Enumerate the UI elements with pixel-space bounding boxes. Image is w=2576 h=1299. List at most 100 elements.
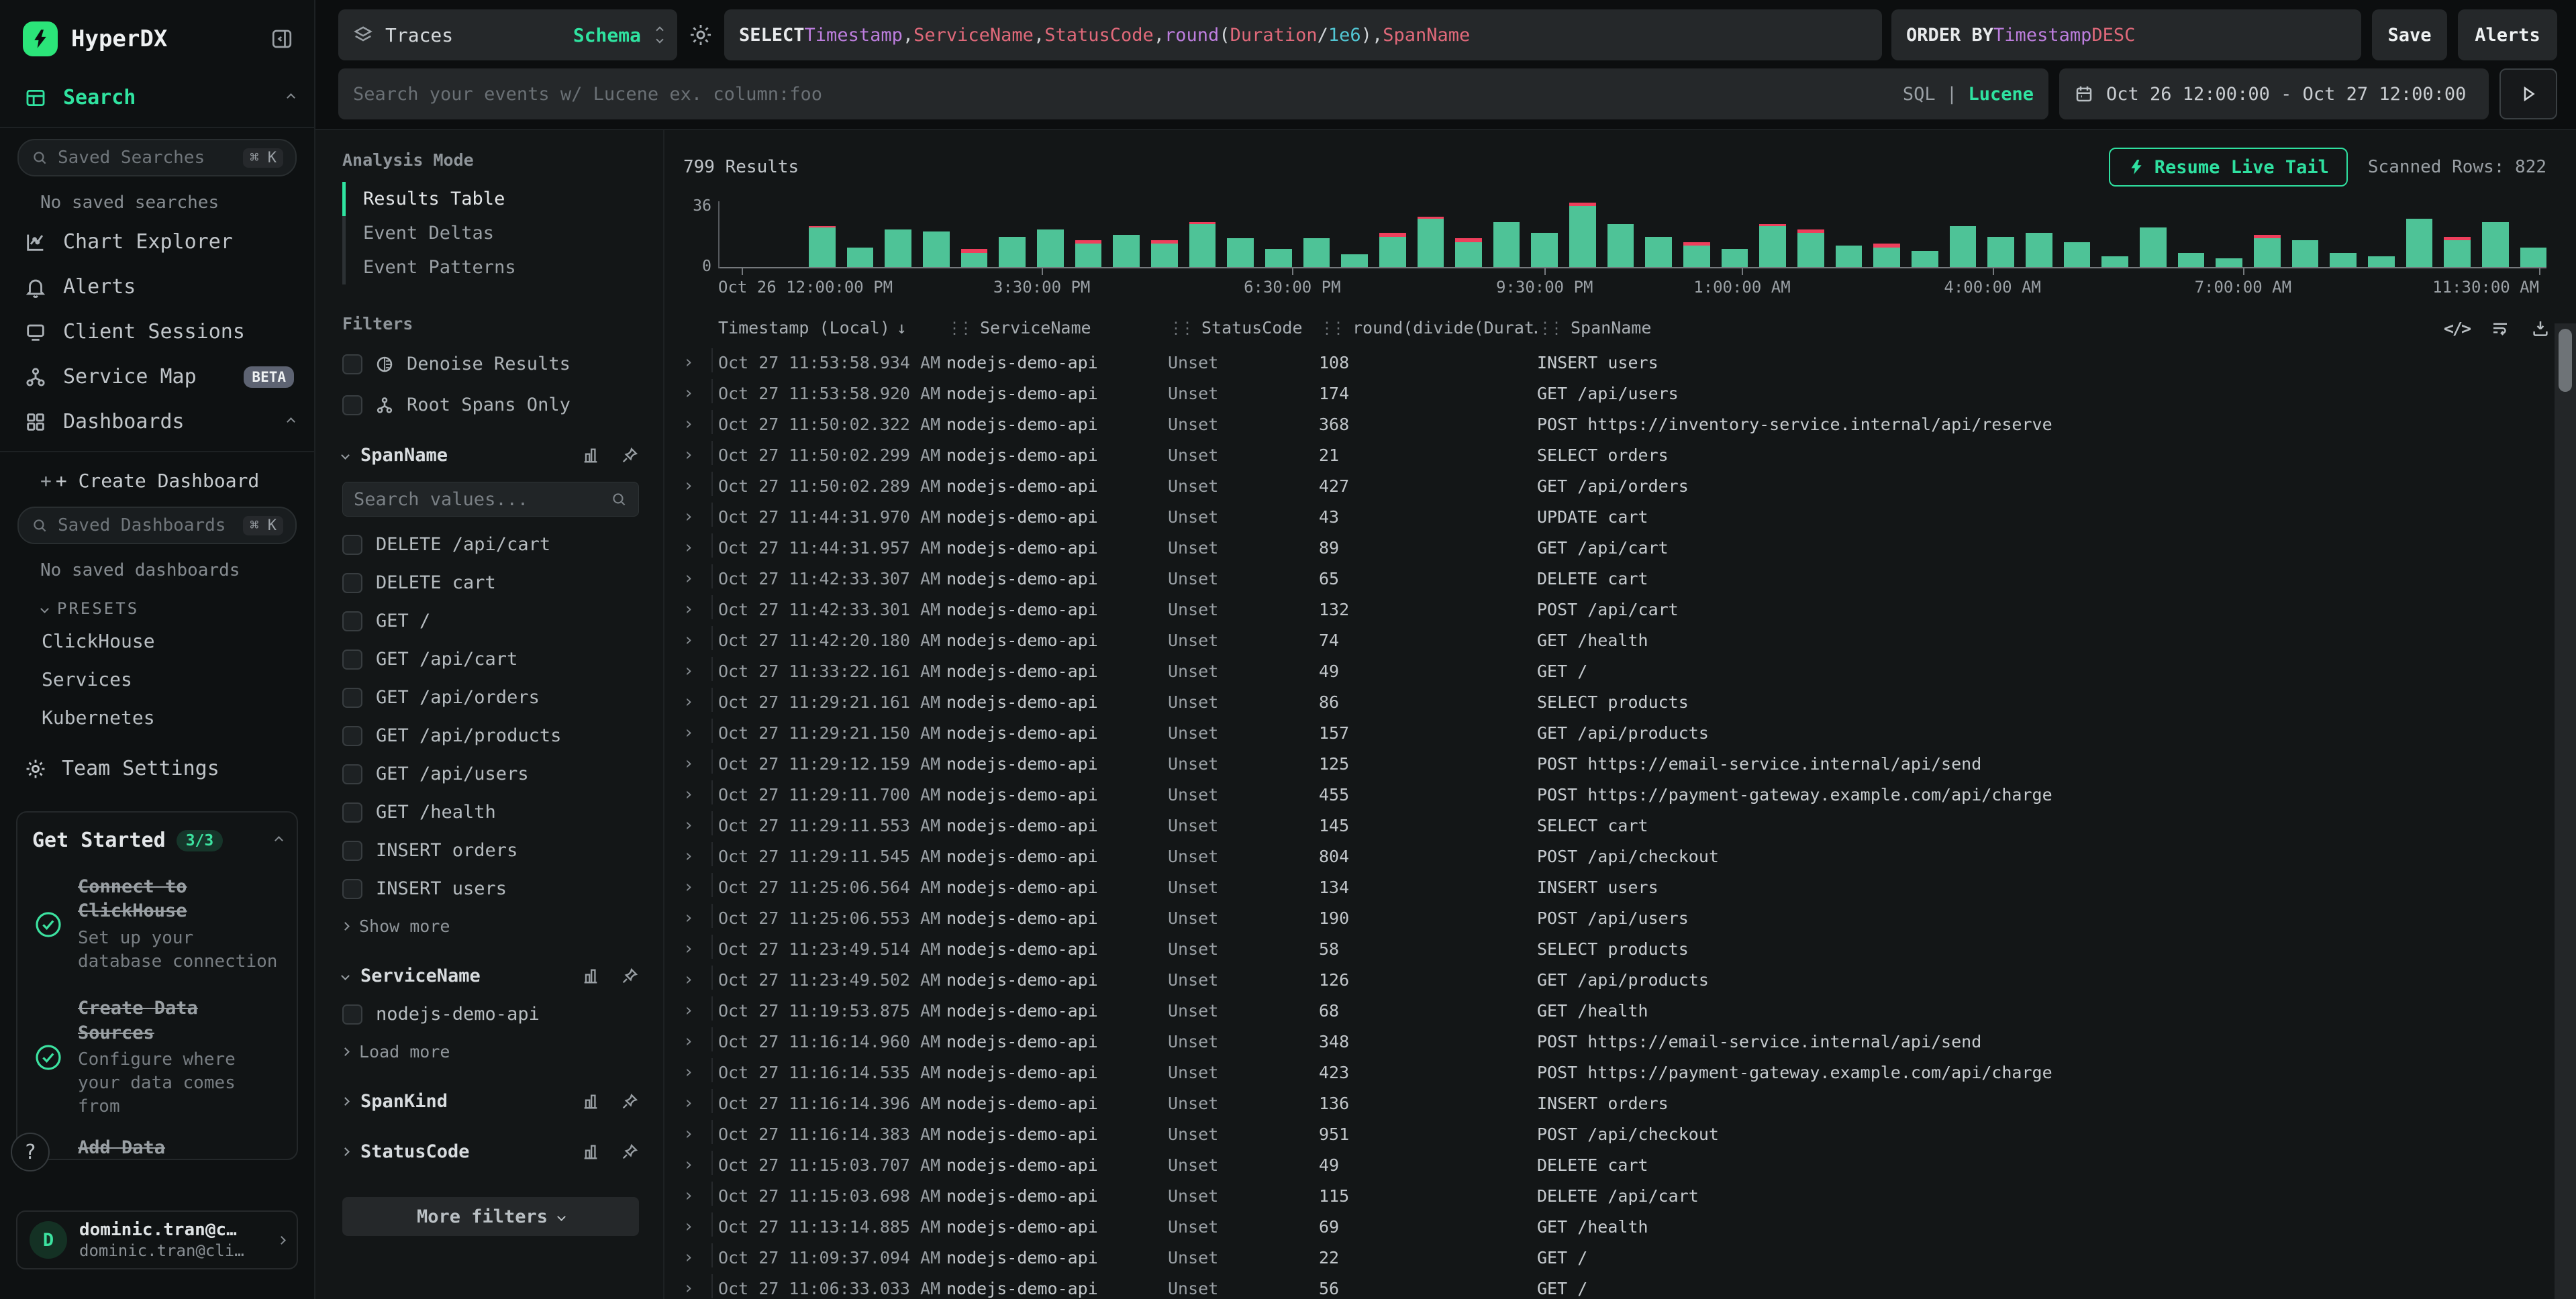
filter-option[interactable]: DELETE cart bbox=[342, 572, 639, 593]
saved-dashboards-input[interactable]: Saved Dashboards ⌘ K bbox=[17, 507, 297, 544]
checkbox[interactable] bbox=[342, 802, 362, 823]
show-more-button[interactable]: Show more bbox=[342, 917, 639, 936]
filter-option[interactable]: GET /api/users bbox=[342, 764, 639, 784]
histogram-bar[interactable] bbox=[1950, 226, 1977, 267]
checkbox[interactable] bbox=[342, 573, 362, 593]
histogram-bar[interactable] bbox=[1075, 240, 1102, 267]
table-row[interactable]: ›Oct 27 11:29:21.150 AMnodejs-demo-apiUn… bbox=[683, 717, 2546, 748]
histogram-bar[interactable] bbox=[2292, 240, 2319, 267]
histogram-bar[interactable] bbox=[1227, 238, 1254, 267]
table-row[interactable]: ›Oct 27 11:53:58.934 AMnodejs-demo-apiUn… bbox=[683, 347, 2546, 378]
sidebar-item-team-settings[interactable]: Team Settings bbox=[0, 737, 314, 791]
mini-chart-icon[interactable] bbox=[581, 1092, 600, 1111]
histogram-bar[interactable] bbox=[1645, 237, 1672, 267]
sidebar-item-client-sessions[interactable]: Client Sessions bbox=[0, 309, 314, 354]
table-row[interactable]: ›Oct 27 11:19:53.875 AMnodejs-demo-apiUn… bbox=[683, 995, 2546, 1026]
histogram-bar[interactable] bbox=[1569, 203, 1596, 267]
table-row[interactable]: ›Oct 27 11:15:03.698 AMnodejs-demo-apiUn… bbox=[683, 1180, 2546, 1211]
expand-row-icon[interactable]: › bbox=[683, 723, 718, 743]
th-duration[interactable]: ⋮⋮round(divide(Durat… bbox=[1319, 318, 1537, 337]
language-toggle[interactable]: SQL | Lucene bbox=[1903, 84, 2034, 105]
histogram-bar[interactable] bbox=[2140, 227, 2167, 267]
create-dashboard-button[interactable]: + + Create Dashboard bbox=[0, 459, 314, 503]
table-row[interactable]: ›Oct 27 11:25:06.553 AMnodejs-demo-apiUn… bbox=[683, 902, 2546, 933]
mode-event-deltas[interactable]: Event Deltas bbox=[342, 216, 639, 250]
table-row[interactable]: ›Oct 27 11:25:06.564 AMnodejs-demo-apiUn… bbox=[683, 872, 2546, 902]
checkbox[interactable] bbox=[342, 650, 362, 670]
preset-kubernetes[interactable]: Kubernetes bbox=[0, 698, 314, 737]
table-row[interactable]: ›Oct 27 11:42:33.307 AMnodejs-demo-apiUn… bbox=[683, 563, 2546, 594]
drag-handle-icon[interactable]: ⋮⋮ bbox=[1537, 319, 1560, 337]
table-row[interactable]: ›Oct 27 11:16:14.396 AMnodejs-demo-apiUn… bbox=[683, 1088, 2546, 1119]
scrollbar-thumb[interactable] bbox=[2559, 329, 2572, 392]
histogram-bar[interactable] bbox=[1379, 233, 1406, 267]
histogram-bar[interactable] bbox=[1987, 237, 2014, 267]
order-by-input[interactable]: ORDER BY Timestamp DESC bbox=[1891, 9, 2361, 60]
histogram-bar[interactable] bbox=[2368, 256, 2395, 267]
table-row[interactable]: ›Oct 27 11:16:14.960 AMnodejs-demo-apiUn… bbox=[683, 1026, 2546, 1057]
table-row[interactable]: ›Oct 27 11:29:11.553 AMnodejs-demo-apiUn… bbox=[683, 810, 2546, 841]
filter-group-header[interactable]: SpanName bbox=[342, 445, 639, 466]
table-row[interactable]: ›Oct 27 11:50:02.289 AMnodejs-demo-apiUn… bbox=[683, 470, 2546, 501]
expand-row-icon[interactable]: › bbox=[683, 445, 718, 465]
filter-option[interactable]: GET /api/products bbox=[342, 725, 639, 746]
expand-row-icon[interactable]: › bbox=[683, 846, 718, 866]
histogram-bar[interactable] bbox=[1418, 217, 1444, 267]
histogram-bar[interactable] bbox=[1759, 224, 1786, 267]
expand-row-icon[interactable]: › bbox=[683, 1186, 718, 1206]
mode-event-patterns[interactable]: Event Patterns bbox=[342, 250, 639, 284]
expand-row-icon[interactable]: › bbox=[683, 1000, 718, 1021]
histogram-bar[interactable] bbox=[885, 229, 911, 267]
expand-row-icon[interactable]: › bbox=[683, 1031, 718, 1051]
mini-chart-icon[interactable] bbox=[581, 1143, 600, 1161]
checkbox[interactable] bbox=[342, 395, 362, 415]
expand-row-icon[interactable]: › bbox=[683, 908, 718, 928]
histogram-bar[interactable] bbox=[1912, 251, 1938, 267]
more-filters-button[interactable]: More filters bbox=[342, 1197, 639, 1236]
download-icon[interactable] bbox=[2530, 318, 2550, 338]
time-range-picker[interactable]: Oct 26 12:00:00 - Oct 27 12:00:00 bbox=[2059, 68, 2489, 119]
get-started-step[interactable]: Connect to ClickHouse Set up your databa… bbox=[32, 875, 282, 974]
sidebar-item-chart-explorer[interactable]: Chart Explorer bbox=[0, 219, 314, 264]
table-row[interactable]: ›Oct 27 11:29:11.545 AMnodejs-demo-apiUn… bbox=[683, 841, 2546, 872]
select-query-input[interactable]: SELECT Timestamp,ServiceName,StatusCode,… bbox=[724, 9, 1882, 60]
filter-option[interactable]: INSERT users bbox=[342, 878, 639, 899]
drag-handle-icon[interactable]: ⋮⋮ bbox=[1319, 319, 1342, 337]
drag-handle-icon[interactable]: ⋮⋮ bbox=[1168, 319, 1191, 337]
table-row[interactable]: ›Oct 27 11:13:14.885 AMnodejs-demo-apiUn… bbox=[683, 1211, 2546, 1242]
sidebar-item-service-map[interactable]: Service Map BETA bbox=[0, 354, 314, 399]
table-row[interactable]: ›Oct 27 11:50:02.299 AMnodejs-demo-apiUn… bbox=[683, 439, 2546, 470]
pin-icon[interactable] bbox=[620, 1092, 639, 1111]
denoise-results-toggle[interactable]: Denoise Results bbox=[342, 354, 639, 374]
checkbox[interactable] bbox=[342, 354, 362, 374]
checkbox[interactable] bbox=[342, 611, 362, 631]
run-query-button[interactable] bbox=[2499, 68, 2557, 119]
filter-values-search[interactable]: Search values... bbox=[342, 482, 639, 517]
expand-row-icon[interactable]: › bbox=[683, 1216, 718, 1237]
histogram-bar[interactable] bbox=[1722, 249, 1748, 267]
histogram-bar[interactable] bbox=[1303, 238, 1330, 267]
expand-row-icon[interactable]: › bbox=[683, 1093, 718, 1113]
expand-row-icon[interactable]: › bbox=[683, 507, 718, 527]
save-button[interactable]: Save bbox=[2372, 9, 2447, 60]
view-sql-icon[interactable]: </> bbox=[2444, 319, 2470, 338]
vertical-scrollbar[interactable] bbox=[2555, 323, 2576, 1299]
histogram-bar[interactable] bbox=[1873, 244, 1900, 267]
expand-row-icon[interactable]: › bbox=[683, 661, 718, 681]
checkbox[interactable] bbox=[342, 688, 362, 708]
checkbox[interactable] bbox=[342, 535, 362, 555]
histogram-bar[interactable] bbox=[1683, 242, 1710, 267]
histogram-bar[interactable] bbox=[2101, 256, 2128, 267]
filter-group-header[interactable]: SpanKind bbox=[342, 1091, 639, 1112]
filter-option[interactable]: INSERT orders bbox=[342, 840, 639, 861]
table-row[interactable]: ›Oct 27 11:23:49.514 AMnodejs-demo-apiUn… bbox=[683, 933, 2546, 964]
filter-option[interactable]: GET / bbox=[342, 611, 639, 631]
table-row[interactable]: ›Oct 27 11:16:14.383 AMnodejs-demo-apiUn… bbox=[683, 1119, 2546, 1149]
th-timestamp[interactable]: Timestamp (Local)↓ bbox=[718, 318, 946, 337]
checkbox[interactable] bbox=[342, 879, 362, 899]
histogram-bar[interactable] bbox=[2064, 242, 2091, 267]
lucene-toggle[interactable]: Lucene bbox=[1968, 84, 2034, 105]
filter-option[interactable]: GET /api/orders bbox=[342, 687, 639, 708]
filter-option[interactable]: GET /health bbox=[342, 802, 639, 823]
mini-chart-icon[interactable] bbox=[581, 446, 600, 465]
